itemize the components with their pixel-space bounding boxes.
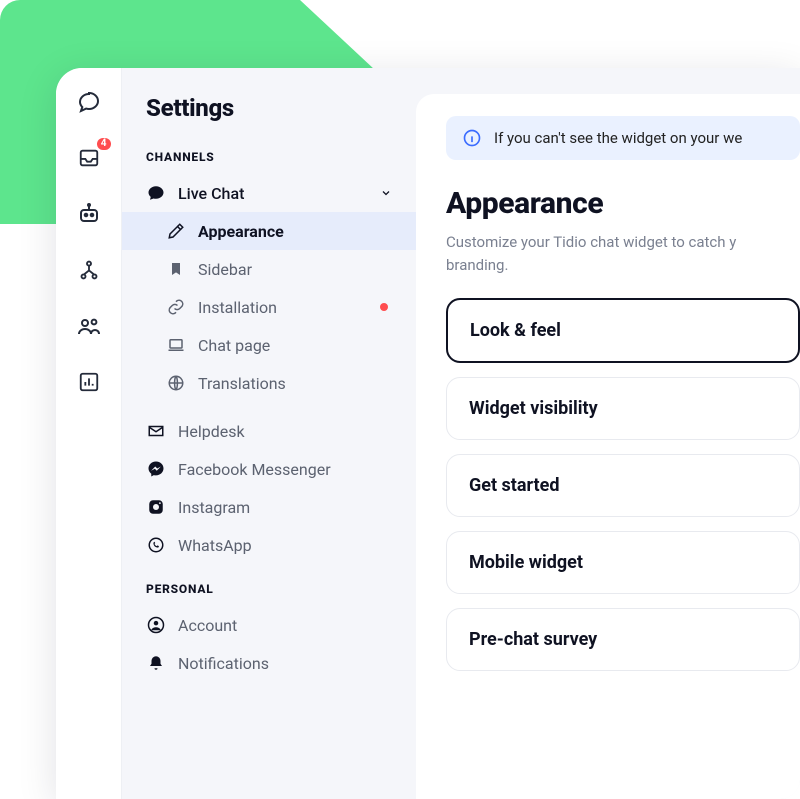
- rail-analytics-icon[interactable]: [75, 368, 103, 396]
- info-icon: [462, 128, 482, 148]
- nav-installation[interactable]: Installation: [122, 288, 416, 326]
- sidebar-title: Settings: [122, 94, 416, 142]
- mail-icon: [146, 421, 166, 441]
- laptop-icon: [166, 335, 186, 355]
- nav-instagram-label: Instagram: [178, 498, 392, 517]
- nav-sidebar-label: Sidebar: [198, 260, 392, 279]
- nav-account-label: Account: [178, 616, 392, 635]
- nav-live-chat-label: Live Chat: [178, 184, 362, 203]
- nav-whatsapp[interactable]: WhatsApp: [122, 526, 416, 564]
- settings-sidebar: Settings CHANNELS Live Chat Appear: [122, 68, 416, 799]
- chat-bubble-icon: [146, 183, 166, 203]
- link-icon: [166, 297, 186, 317]
- chevron-down-icon: [380, 187, 392, 199]
- nav-chat-page-label: Chat page: [198, 336, 392, 355]
- messenger-icon: [146, 459, 166, 479]
- info-alert: If you can't see the widget on your we: [446, 116, 800, 160]
- bookmark-icon: [166, 259, 186, 279]
- nav-helpdesk-label: Helpdesk: [178, 422, 392, 441]
- instagram-icon: [146, 497, 166, 517]
- group-channels-label: CHANNELS: [122, 142, 416, 174]
- installation-alert-dot: [380, 303, 388, 311]
- card-look-and-feel[interactable]: Look & feel: [446, 298, 800, 363]
- card-widget-visibility[interactable]: Widget visibility: [446, 377, 800, 440]
- nav-sidebar[interactable]: Sidebar: [122, 250, 416, 288]
- content-area: If you can't see the widget on your we A…: [416, 94, 800, 799]
- nav-chat-page[interactable]: Chat page: [122, 326, 416, 364]
- card-get-started[interactable]: Get started: [446, 454, 800, 517]
- brush-icon: [166, 221, 186, 241]
- group-personal-label: PERSONAL: [122, 574, 416, 606]
- rail-visitors-icon[interactable]: [75, 312, 103, 340]
- card-pre-chat-survey[interactable]: Pre-chat survey: [446, 608, 800, 671]
- rail-inbox-icon[interactable]: 4: [75, 144, 103, 172]
- nav-translations-label: Translations: [198, 374, 392, 393]
- app-window: 4 Settings CHANNELS: [56, 68, 800, 799]
- whatsapp-icon: [146, 535, 166, 555]
- nav-whatsapp-label: WhatsApp: [178, 536, 392, 555]
- nav-appearance-label: Appearance: [198, 222, 392, 241]
- page-description: Customize your Tidio chat widget to catc…: [446, 231, 800, 276]
- globe-icon: [166, 373, 186, 393]
- nav-facebook[interactable]: Facebook Messenger: [122, 450, 416, 488]
- card-mobile-widget[interactable]: Mobile widget: [446, 531, 800, 594]
- nav-translations[interactable]: Translations: [122, 364, 416, 402]
- nav-live-chat[interactable]: Live Chat: [122, 174, 416, 212]
- inbox-badge: 4: [97, 138, 111, 150]
- nav-instagram[interactable]: Instagram: [122, 488, 416, 526]
- icon-rail: 4: [56, 68, 122, 799]
- rail-bot-icon[interactable]: [75, 200, 103, 228]
- nav-helpdesk[interactable]: Helpdesk: [122, 412, 416, 450]
- user-icon: [146, 615, 166, 635]
- nav-account[interactable]: Account: [122, 606, 416, 644]
- nav-appearance[interactable]: Appearance: [122, 212, 416, 250]
- page-heading: Appearance: [446, 186, 800, 221]
- rail-flows-icon[interactable]: [75, 256, 103, 284]
- nav-installation-label: Installation: [198, 298, 368, 317]
- alert-text: If you can't see the widget on your we: [494, 129, 742, 147]
- rail-chat-icon[interactable]: [75, 88, 103, 116]
- nav-notifications[interactable]: Notifications: [122, 644, 416, 682]
- nav-notifications-label: Notifications: [178, 654, 392, 673]
- bell-icon: [146, 653, 166, 673]
- nav-facebook-label: Facebook Messenger: [178, 460, 392, 479]
